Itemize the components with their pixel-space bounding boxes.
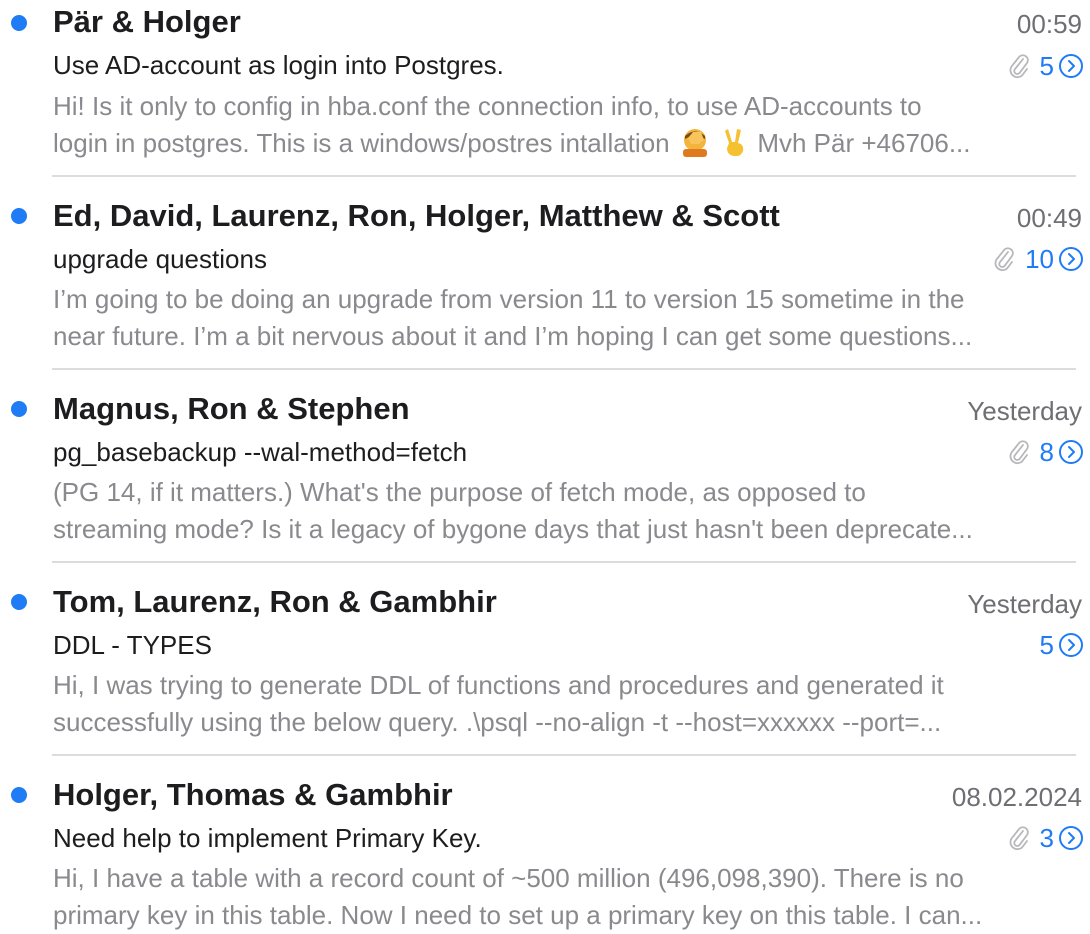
unread-dot-icon [11, 594, 27, 610]
message-subject: Use AD-account as login into Postgres. [53, 50, 504, 80]
preview-line: Hi! Is it only to config in hba.conf the… [53, 91, 922, 121]
preview-line: near future. I’m a bit nervous about it … [53, 321, 973, 351]
thread-meta: 10 [993, 240, 1084, 278]
preview-line: (PG 14, if it matters.) What's the purpo… [53, 477, 866, 507]
thread-count: 8 [1039, 437, 1054, 467]
preview-line: Hi, I was trying to generate DDL of func… [53, 670, 944, 700]
message-sender: Ed, David, Laurenz, Ron, Holger, Matthew… [53, 198, 780, 233]
unread-dot-icon [11, 208, 27, 224]
unread-dot-icon [11, 401, 27, 417]
message-date: 00:49 [1016, 203, 1082, 233]
thread-meta: 5 [1040, 626, 1084, 664]
message-preview: Hi, I have a table with a record count o… [53, 860, 1073, 934]
preview-line: streaming mode? Is it a legacy of bygone… [53, 514, 973, 544]
chevron-right-circle-icon[interactable] [1058, 53, 1084, 79]
preview-line: successfully using the below query. .\ps… [53, 707, 942, 737]
message-subject: upgrade questions [53, 244, 267, 274]
unread-dot-icon [11, 787, 27, 803]
preview-line: I’m going to be doing an upgrade from ve… [53, 284, 965, 314]
paperclip-icon [1009, 826, 1029, 851]
message-subject: DDL - TYPES [53, 630, 212, 660]
preview-line: login in postgres. This is a windows/pos… [53, 125, 1073, 162]
message-subject: pg_basebackup --wal-method=fetch [53, 437, 468, 467]
message-row[interactable]: Pär & Holger 00:59 Use AD-account as log… [0, 0, 1090, 177]
message-date: 00:59 [1016, 9, 1082, 39]
message-date: 08.02.2024 [951, 782, 1082, 812]
message-preview: (PG 14, if it matters.) What's the purpo… [53, 474, 1073, 548]
chevron-right-circle-icon[interactable] [1058, 439, 1084, 465]
thread-meta: 3 [1008, 819, 1084, 857]
preview-line-text: login in postgres. This is a windows/pos… [53, 128, 670, 158]
unread-dot-icon [11, 15, 27, 31]
facepalm-emoji [682, 129, 707, 157]
chevron-right-circle-icon[interactable] [1058, 632, 1084, 658]
paperclip-icon [994, 247, 1014, 272]
message-row[interactable]: Tom, Laurenz, Ron & Gambhir Yesterday DD… [0, 563, 1090, 756]
message-sender: Pär & Holger [53, 4, 241, 39]
thread-count: 3 [1039, 823, 1054, 853]
preview-line: primary key in this table. Now I need to… [53, 900, 983, 930]
message-preview: I’m going to be doing an upgrade from ve… [53, 281, 1073, 355]
thread-meta: 8 [1008, 433, 1084, 471]
message-list: Pär & Holger 00:59 Use AD-account as log… [0, 0, 1090, 930]
thread-count: 10 [1025, 244, 1054, 274]
message-row[interactable]: Holger, Thomas & Gambhir 08.02.2024 Need… [0, 756, 1090, 930]
message-row[interactable]: Magnus, Ron & Stephen Yesterday pg_baseb… [0, 370, 1090, 563]
message-sender: Tom, Laurenz, Ron & Gambhir [53, 584, 497, 619]
thread-count: 5 [1039, 630, 1054, 660]
message-preview: Hi, I was trying to generate DDL of func… [53, 667, 1073, 741]
message-sender: Magnus, Ron & Stephen [53, 391, 410, 426]
message-date: Yesterday [967, 396, 1082, 426]
victory-hand-emoji [725, 129, 744, 157]
preview-line-text: Mvh Pär +46706... [757, 128, 971, 158]
message-row[interactable]: Ed, David, Laurenz, Ron, Holger, Matthew… [0, 177, 1090, 370]
paperclip-icon [1009, 54, 1029, 79]
paperclip-icon [1009, 440, 1029, 465]
chevron-right-circle-icon[interactable] [1058, 246, 1084, 272]
thread-count: 5 [1039, 51, 1054, 81]
thread-meta: 5 [1008, 47, 1084, 85]
message-sender: Holger, Thomas & Gambhir [53, 777, 453, 812]
preview-line: Hi, I have a table with a record count o… [53, 863, 964, 893]
message-date: Yesterday [967, 589, 1082, 619]
chevron-right-circle-icon[interactable] [1058, 825, 1084, 851]
message-preview: Hi! Is it only to config in hba.conf the… [53, 88, 1073, 162]
message-subject: Need help to implement Primary Key. [53, 823, 482, 853]
